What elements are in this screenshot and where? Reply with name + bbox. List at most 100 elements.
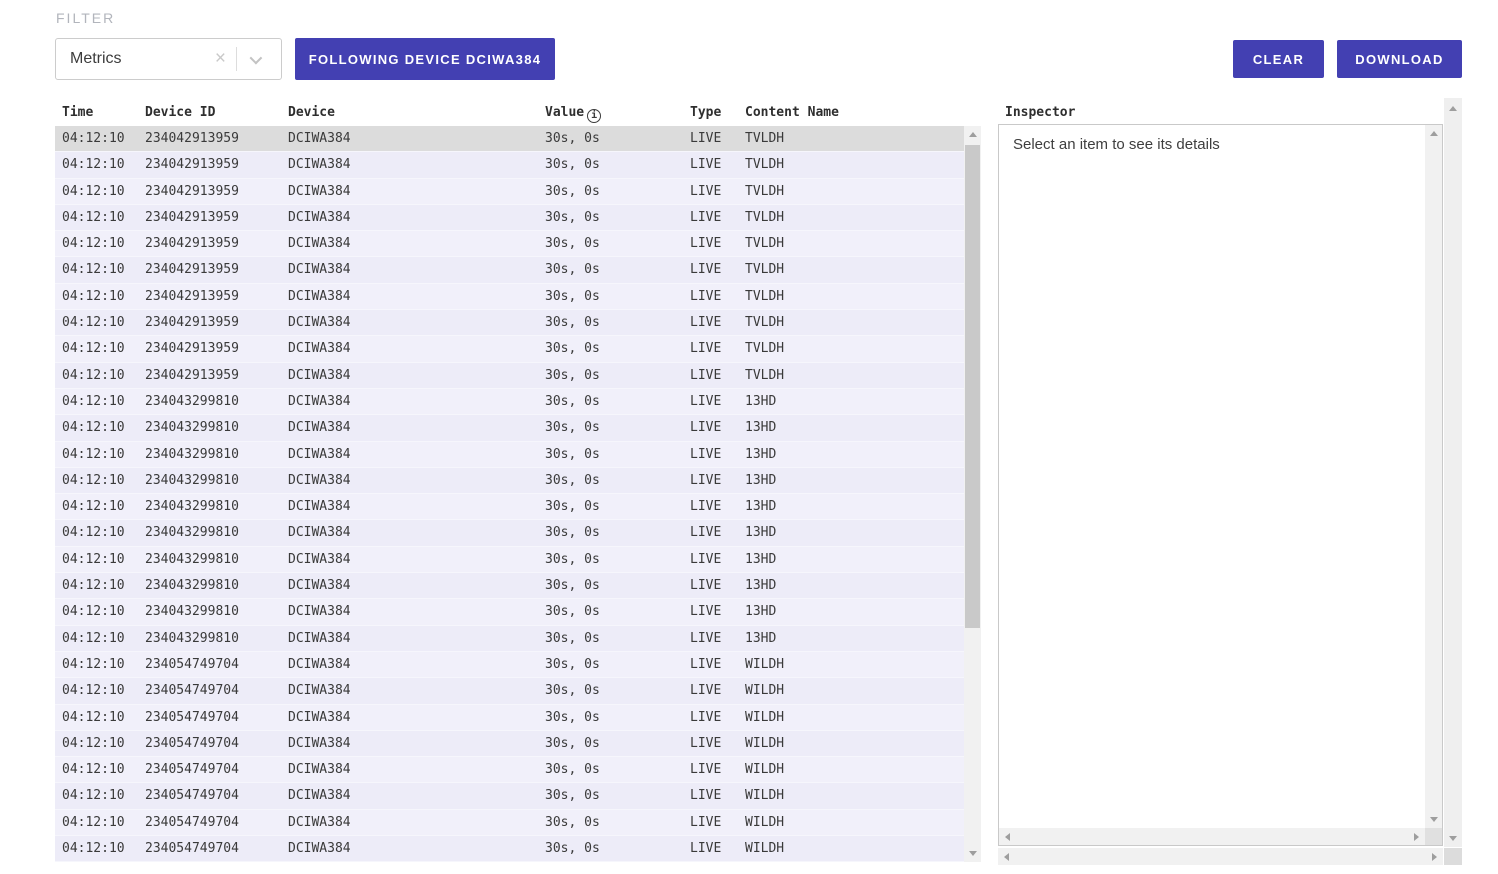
cell-device-id: 234043299810: [145, 389, 239, 415]
cell-device: DCIWA384: [288, 573, 351, 599]
panel-scroll-right-button[interactable]: [1426, 848, 1443, 865]
table-row[interactable]: 04:12:10 234054749704 DCIWA384 30s, 0s L…: [55, 783, 964, 809]
table-row[interactable]: 04:12:10 234043299810 DCIWA384 30s, 0s L…: [55, 520, 964, 546]
table-row[interactable]: 04:12:10 234042913959 DCIWA384 30s, 0s L…: [55, 152, 964, 178]
cell-content-name: TVLDH: [745, 231, 784, 257]
table-row[interactable]: 04:12:10 234043299810 DCIWA384 30s, 0s L…: [55, 547, 964, 573]
metrics-table: 04:12:10 234042913959 DCIWA384 30s, 0s L…: [55, 126, 981, 862]
table-scroll-down-button[interactable]: [964, 845, 981, 862]
cell-device: DCIWA384: [288, 836, 351, 862]
following-device-button[interactable]: FOLLOWING DEVICE DCIWA384: [295, 38, 555, 80]
cell-device: DCIWA384: [288, 126, 351, 152]
cell-device-id: 234042913959: [145, 205, 239, 231]
cell-time: 04:12:10: [62, 705, 125, 731]
cell-device: DCIWA384: [288, 284, 351, 310]
inspector-horizontal-scrollbar[interactable]: [999, 828, 1425, 845]
table-row[interactable]: 04:12:10 234054749704 DCIWA384 30s, 0s L…: [55, 652, 964, 678]
cell-time: 04:12:10: [62, 599, 125, 625]
table-row[interactable]: 04:12:10 234042913959 DCIWA384 30s, 0s L…: [55, 257, 964, 283]
cell-value: 30s, 0s: [545, 336, 600, 362]
cell-time: 04:12:10: [62, 652, 125, 678]
cell-time: 04:12:10: [62, 547, 125, 573]
inspector-scroll-up-button[interactable]: [1425, 125, 1442, 142]
table-row[interactable]: 04:12:10 234042913959 DCIWA384 30s, 0s L…: [55, 126, 964, 152]
cell-value: 30s, 0s: [545, 678, 600, 704]
inspector-scrollbar-corner: [1425, 828, 1442, 845]
table-row[interactable]: 04:12:10 234042913959 DCIWA384 30s, 0s L…: [55, 363, 964, 389]
cell-time: 04:12:10: [62, 678, 125, 704]
panel-scroll-left-button[interactable]: [998, 848, 1015, 865]
table-vertical-scrollbar[interactable]: [964, 126, 981, 862]
inspector-vertical-scrollbar[interactable]: [1425, 125, 1442, 828]
table-row[interactable]: 04:12:10 234043299810 DCIWA384 30s, 0s L…: [55, 494, 964, 520]
cell-type: LIVE: [690, 205, 721, 231]
inspector-scroll-left-button[interactable]: [999, 828, 1016, 845]
table-row[interactable]: 04:12:10 234042913959 DCIWA384 30s, 0s L…: [55, 231, 964, 257]
select-clear-icon[interactable]: ×: [215, 49, 236, 70]
cell-device-id: 234042913959: [145, 152, 239, 178]
table-row[interactable]: 04:12:10 234054749704 DCIWA384 30s, 0s L…: [55, 731, 964, 757]
value-info-icon[interactable]: i: [587, 109, 601, 123]
cell-content-name: WILDH: [745, 757, 784, 783]
cell-content-name: TVLDH: [745, 284, 784, 310]
cell-type: LIVE: [690, 520, 721, 546]
table-row[interactable]: 04:12:10 234054749704 DCIWA384 30s, 0s L…: [55, 836, 964, 862]
table-row[interactable]: 04:12:10 234042913959 DCIWA384 30s, 0s L…: [55, 179, 964, 205]
cell-time: 04:12:10: [62, 231, 125, 257]
cell-value: 30s, 0s: [545, 547, 600, 573]
table-row[interactable]: 04:12:10 234042913959 DCIWA384 30s, 0s L…: [55, 284, 964, 310]
table-row[interactable]: 04:12:10 234043299810 DCIWA384 30s, 0s L…: [55, 442, 964, 468]
inspector-scroll-right-button[interactable]: [1408, 828, 1425, 845]
cell-type: LIVE: [690, 810, 721, 836]
table-row[interactable]: 04:12:10 234043299810 DCIWA384 30s, 0s L…: [55, 626, 964, 652]
cell-type: LIVE: [690, 126, 721, 152]
table-row[interactable]: 04:12:10 234043299810 DCIWA384 30s, 0s L…: [55, 415, 964, 441]
clear-button[interactable]: CLEAR: [1233, 40, 1324, 78]
cell-value: 30s, 0s: [545, 705, 600, 731]
table-scrollbar-thumb[interactable]: [965, 145, 980, 628]
table-row[interactable]: 04:12:10 234054749704 DCIWA384 30s, 0s L…: [55, 705, 964, 731]
page-scroll-up-button[interactable]: [1444, 100, 1461, 117]
table-row[interactable]: 04:12:10 234042913959 DCIWA384 30s, 0s L…: [55, 310, 964, 336]
cell-type: LIVE: [690, 442, 721, 468]
inspector-placeholder: Select an item to see its details: [1013, 136, 1220, 153]
download-button[interactable]: DOWNLOAD: [1337, 40, 1462, 78]
cell-type: LIVE: [690, 284, 721, 310]
cell-device-id: 234042913959: [145, 231, 239, 257]
column-header-value-label: Value: [545, 105, 584, 120]
cell-value: 30s, 0s: [545, 152, 600, 178]
page-vertical-scrollbar[interactable]: [1444, 98, 1462, 847]
cell-device-id: 234043299810: [145, 626, 239, 652]
inspector-scroll-down-button[interactable]: [1425, 811, 1442, 828]
cell-device: DCIWA384: [288, 783, 351, 809]
table-header: Time Device ID Device Valuei Type Conten…: [55, 101, 981, 125]
cell-device-id: 234042913959: [145, 336, 239, 362]
table-row[interactable]: 04:12:10 234043299810 DCIWA384 30s, 0s L…: [55, 573, 964, 599]
cell-value: 30s, 0s: [545, 494, 600, 520]
table-row[interactable]: 04:12:10 234054749704 DCIWA384 30s, 0s L…: [55, 678, 964, 704]
table-row[interactable]: 04:12:10 234043299810 DCIWA384 30s, 0s L…: [55, 468, 964, 494]
table-row[interactable]: 04:12:10 234043299810 DCIWA384 30s, 0s L…: [55, 599, 964, 625]
chevron-down-icon[interactable]: [237, 55, 271, 64]
cell-value: 30s, 0s: [545, 205, 600, 231]
cell-device-id: 234054749704: [145, 757, 239, 783]
cell-time: 04:12:10: [62, 310, 125, 336]
cell-value: 30s, 0s: [545, 415, 600, 441]
table-row[interactable]: 04:12:10 234042913959 DCIWA384 30s, 0s L…: [55, 205, 964, 231]
table-row[interactable]: 04:12:10 234054749704 DCIWA384 30s, 0s L…: [55, 757, 964, 783]
cell-content-name: 13HD: [745, 573, 776, 599]
page-scroll-down-button[interactable]: [1444, 830, 1461, 847]
cell-value: 30s, 0s: [545, 573, 600, 599]
table-row[interactable]: 04:12:10 234054749704 DCIWA384 30s, 0s L…: [55, 810, 964, 836]
cell-time: 04:12:10: [62, 810, 125, 836]
metrics-select[interactable]: Metrics ×: [55, 38, 282, 80]
table-row[interactable]: 04:12:10 234043299810 DCIWA384 30s, 0s L…: [55, 389, 964, 415]
table-scroll-up-button[interactable]: [964, 126, 981, 143]
panel-horizontal-scrollbar[interactable]: [998, 848, 1443, 865]
cell-device-id: 234042913959: [145, 310, 239, 336]
cell-device-id: 234054749704: [145, 810, 239, 836]
table-row[interactable]: 04:12:10 234042913959 DCIWA384 30s, 0s L…: [55, 336, 964, 362]
cell-type: LIVE: [690, 757, 721, 783]
cell-type: LIVE: [690, 678, 721, 704]
metrics-select-value: Metrics: [70, 50, 215, 68]
